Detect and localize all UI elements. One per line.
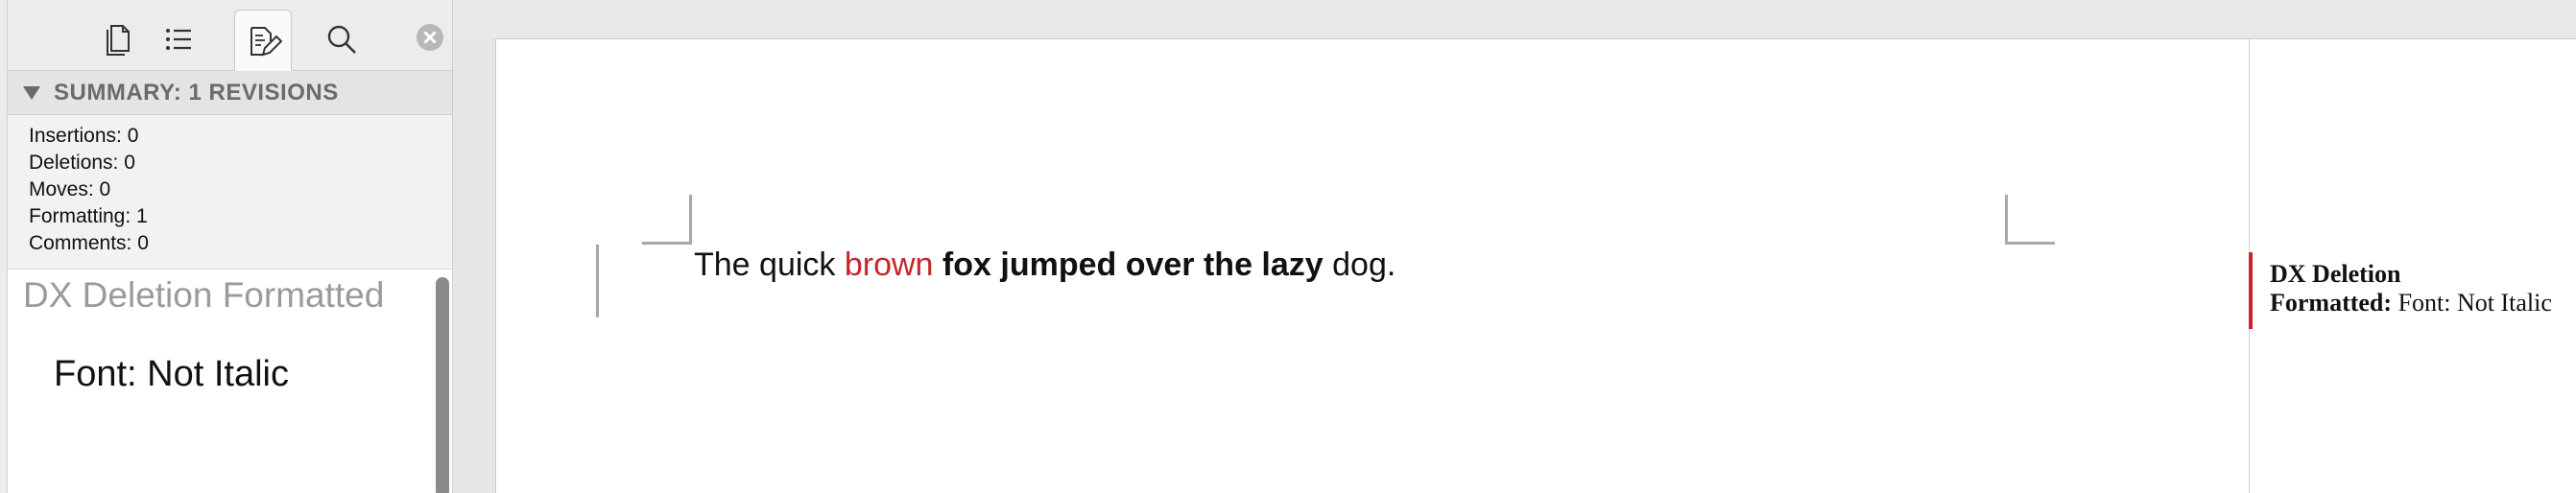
revisions-sidebar: SUMMARY: 1 REVISIONS Insertions: 0 Delet… <box>0 0 453 493</box>
summary-deletions: Deletions: 0 <box>29 152 135 174</box>
crop-mark-right <box>2005 195 2055 245</box>
summary-moves: Moves: 0 <box>29 178 111 200</box>
pages-icon <box>107 25 130 56</box>
canvas-top-strip <box>453 0 2576 38</box>
summary-formatting: Formatting: 1 <box>29 205 148 227</box>
sidebar-toolbar <box>8 0 452 71</box>
outline-button[interactable] <box>150 10 207 69</box>
app-window: SUMMARY: 1 REVISIONS Insertions: 0 Delet… <box>0 0 2576 493</box>
revisions-icon <box>250 26 282 56</box>
search-icon <box>327 25 356 54</box>
document-page[interactable]: The quick brown fox jumped over the lazy… <box>495 38 2576 493</box>
revisions-button[interactable] <box>234 10 292 71</box>
text-space <box>933 246 942 283</box>
close-sidebar-button[interactable] <box>416 23 444 52</box>
left-edge-strip <box>0 0 8 493</box>
revision-change-bar <box>596 245 599 317</box>
balloon-body: Formatted: Font: Not Italic <box>2270 289 2575 317</box>
revision-detail-value: Font: Not Italic <box>54 354 289 394</box>
close-circle-icon <box>417 24 443 51</box>
text-plain-end: dog. <box>1323 246 1396 283</box>
summary-toggle[interactable]: SUMMARY: 1 REVISIONS <box>8 71 452 115</box>
list-icon <box>166 29 191 50</box>
detail-scrollbar[interactable] <box>436 277 449 493</box>
search-button[interactable] <box>313 10 370 69</box>
text-plain: The quick <box>694 246 845 283</box>
revision-detail-pane[interactable]: DX Deletion Formatted Font: Not Italic <box>8 269 452 493</box>
balloon-value: Font: Not Italic <box>2392 289 2552 317</box>
revision-balloon[interactable]: DX Deletion Formatted: Font: Not Italic <box>2249 252 2575 329</box>
crop-mark-left <box>642 195 692 245</box>
disclosure-triangle-icon <box>23 85 40 100</box>
summary-list: Insertions: 0 Deletions: 0 Moves: 0 Form… <box>29 123 149 257</box>
text-bold: fox jumped over the lazy <box>942 246 1324 283</box>
summary-title: SUMMARY: 1 REVISIONS <box>54 79 339 106</box>
balloon-label: Formatted: <box>2270 289 2393 317</box>
summary-insertions: Insertions: 0 <box>29 125 139 147</box>
pages-button[interactable] <box>88 10 146 69</box>
revision-detail-title: DX Deletion Formatted <box>23 275 385 315</box>
document-canvas[interactable]: The quick brown fox jumped over the lazy… <box>453 0 2576 493</box>
document-text-line[interactable]: The quick brown fox jumped over the lazy… <box>694 246 1395 284</box>
text-revised-brown: brown <box>844 246 934 283</box>
summary-comments: Comments: 0 <box>29 232 149 254</box>
balloon-title: DX Deletion <box>2270 260 2401 288</box>
